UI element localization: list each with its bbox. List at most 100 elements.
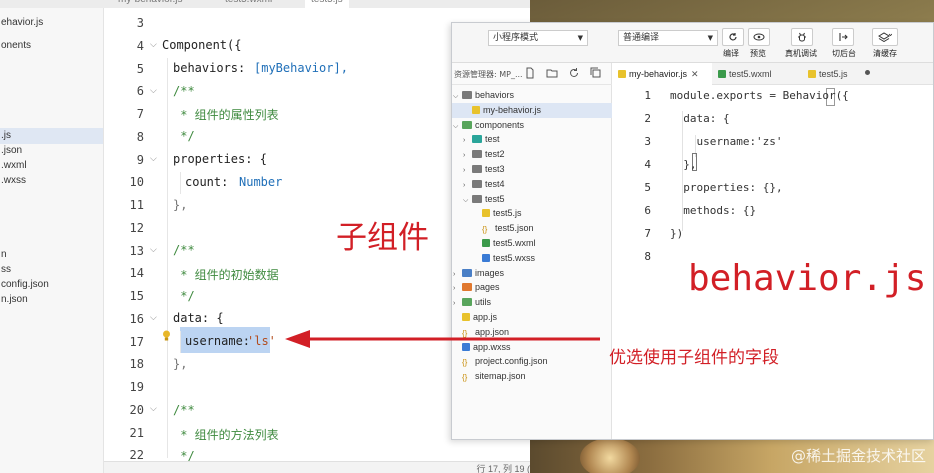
sidebar-file-item[interactable]: config.json bbox=[0, 277, 103, 293]
tree-item[interactable]: {} app.json bbox=[452, 325, 612, 340]
tree-item[interactable]: ⌵ test5 bbox=[452, 192, 612, 207]
folder-icon bbox=[462, 120, 472, 129]
clear-cache-button[interactable] bbox=[872, 28, 898, 46]
sidebar-file-item[interactable]: .json bbox=[0, 143, 103, 159]
js-file-icon bbox=[482, 209, 490, 218]
folder-icon bbox=[472, 150, 482, 159]
fold-arrow-icon[interactable]: ⌵ bbox=[150, 404, 157, 414]
tree-item[interactable]: › images bbox=[452, 266, 612, 281]
back-tab-test5-js[interactable]: test5.js bbox=[305, 0, 349, 8]
tree-item[interactable]: {} test5.json bbox=[452, 221, 612, 236]
sidebar-file-item[interactable]: ehavior.js bbox=[0, 15, 103, 31]
tree-item-label: utils bbox=[475, 297, 492, 308]
wxml-file-icon bbox=[482, 239, 490, 247]
mode-select[interactable]: 小程序模式 ▼ bbox=[488, 30, 588, 46]
chevron-right-icon[interactable]: › bbox=[453, 296, 462, 311]
compile-label[interactable]: 编译 bbox=[723, 48, 739, 59]
tree-item[interactable]: › test bbox=[452, 132, 612, 147]
sidebar-file-item[interactable]: onents bbox=[0, 38, 103, 54]
background-switch-button[interactable] bbox=[832, 28, 854, 46]
front-code-line-4: }, bbox=[670, 158, 697, 171]
chevron-right-icon[interactable]: › bbox=[463, 163, 472, 178]
sidebar-file-item[interactable]: n.json bbox=[0, 292, 103, 308]
close-icon[interactable]: ✕ bbox=[691, 69, 699, 79]
cursor-position[interactable]: 行 17, 列 19 ( bbox=[476, 462, 530, 473]
chevron-right-icon[interactable]: › bbox=[463, 133, 472, 148]
compile-select[interactable]: 普通编译 ▼ bbox=[618, 30, 718, 46]
editor-tab[interactable]: test5.js bbox=[802, 63, 872, 85]
line-number: 18 bbox=[129, 357, 144, 372]
tree-item-label: test2 bbox=[485, 149, 505, 160]
remote-debug-button[interactable] bbox=[791, 28, 813, 46]
code-line-8: */ bbox=[173, 129, 195, 143]
chevron-down-icon[interactable]: ⌵ bbox=[463, 193, 472, 208]
tree-item[interactable]: app.js bbox=[452, 310, 612, 325]
remote-debug-label[interactable]: 真机调试 bbox=[785, 48, 817, 59]
new-folder-icon[interactable] bbox=[546, 67, 558, 79]
watermark: @稀土掘金技术社区 bbox=[790, 447, 926, 465]
fold-arrow-icon[interactable]: ⌵ bbox=[150, 313, 157, 323]
preview-label[interactable]: 预览 bbox=[750, 48, 766, 59]
editor-tab[interactable]: my-behavior.js ✕ bbox=[612, 63, 712, 85]
sidebar-file-item[interactable]: .js bbox=[0, 128, 103, 144]
chevron-down-icon[interactable]: ⌵ bbox=[453, 119, 462, 134]
line-number: 17 bbox=[129, 334, 144, 349]
tree-item[interactable]: {} sitemap.json bbox=[452, 369, 612, 384]
toolbar: 小程序模式 ▼ 普通编译 ▼ 编译 预览 真机调试 切后台 清缓存 bbox=[452, 23, 933, 63]
folder-icon bbox=[462, 268, 472, 277]
chevron-right-icon[interactable]: › bbox=[463, 148, 472, 163]
back-tab-my-behavior[interactable]: my-behavior.js bbox=[118, 0, 182, 8]
sidebar-file-item[interactable]: n bbox=[0, 247, 103, 263]
back-tab-test5-wxml[interactable]: test5.wxml bbox=[225, 0, 272, 8]
fold-arrow-icon[interactable]: ⌵ bbox=[150, 245, 157, 255]
fold-arrow-icon[interactable]: ⌵ bbox=[150, 40, 157, 50]
clear-cache-label[interactable]: 清缓存 bbox=[873, 48, 897, 59]
editor-tab[interactable]: test5.wxml bbox=[712, 63, 802, 85]
fold-arrow-icon[interactable]: ⌵ bbox=[150, 154, 157, 164]
sidebar-file-item[interactable]: .wxml bbox=[0, 158, 103, 174]
tree-item[interactable]: app.wxss bbox=[452, 340, 612, 355]
code-line-17-value[interactable]: 'ls' bbox=[247, 334, 276, 348]
fold-arrow-icon[interactable]: ⌵ bbox=[150, 86, 157, 96]
chevron-right-icon[interactable]: › bbox=[463, 178, 472, 193]
status-bar: 行 17, 列 19 ( bbox=[104, 461, 534, 473]
folder-icon bbox=[462, 91, 472, 99]
chevron-down-icon[interactable]: ⌵ bbox=[453, 89, 462, 104]
js-file-icon bbox=[618, 70, 626, 78]
tree-item[interactable]: › test2 bbox=[452, 147, 612, 162]
front-code-line-6: methods: {} bbox=[670, 204, 757, 217]
chevron-right-icon[interactable]: › bbox=[453, 267, 462, 282]
tree-item[interactable]: › test3 bbox=[452, 162, 612, 177]
line-number: 19 bbox=[129, 380, 144, 394]
code-line-13: /** bbox=[173, 243, 195, 257]
chevron-right-icon[interactable]: › bbox=[453, 281, 462, 296]
tree-item[interactable]: test5.wxml bbox=[452, 236, 612, 251]
tree-item[interactable]: ⌵ behaviors bbox=[452, 88, 612, 103]
tree-item[interactable]: test5.wxss bbox=[452, 251, 612, 266]
tree-item-label: test5 bbox=[485, 193, 505, 204]
new-file-icon[interactable] bbox=[524, 67, 536, 79]
preview-button[interactable] bbox=[748, 28, 770, 46]
background-switch-label[interactable]: 切后台 bbox=[832, 48, 856, 59]
tree-item[interactable]: › utils bbox=[452, 295, 612, 310]
tree-item[interactable]: test5.js bbox=[452, 206, 612, 221]
lightbulb-icon[interactable] bbox=[162, 330, 171, 342]
tree-item[interactable]: › test4 bbox=[452, 177, 612, 192]
refresh-icon[interactable] bbox=[568, 67, 580, 79]
line-number: 5 bbox=[644, 181, 651, 194]
tree-item[interactable]: my-behavior.js bbox=[452, 102, 612, 118]
front-code-line-3-key: username: bbox=[670, 135, 763, 148]
js-file-icon bbox=[808, 70, 816, 78]
compile-button[interactable] bbox=[722, 28, 744, 46]
tree-item[interactable]: {} project.config.json bbox=[452, 354, 612, 369]
back-editor-tab-bar: my-behavior.js test5.wxml test5.js bbox=[0, 0, 540, 8]
sidebar-file-item[interactable]: ss bbox=[0, 262, 103, 278]
collapse-all-icon[interactable] bbox=[590, 67, 602, 79]
folder-icon bbox=[472, 135, 482, 144]
tree-item-label: app.wxss bbox=[473, 341, 511, 352]
line-number: 10 bbox=[129, 175, 144, 190]
code-line-20: /** bbox=[173, 403, 195, 417]
tree-item[interactable]: › pages bbox=[452, 280, 612, 295]
tree-item[interactable]: ⌵ components bbox=[452, 118, 612, 133]
sidebar-file-item[interactable]: .wxss bbox=[0, 173, 103, 189]
